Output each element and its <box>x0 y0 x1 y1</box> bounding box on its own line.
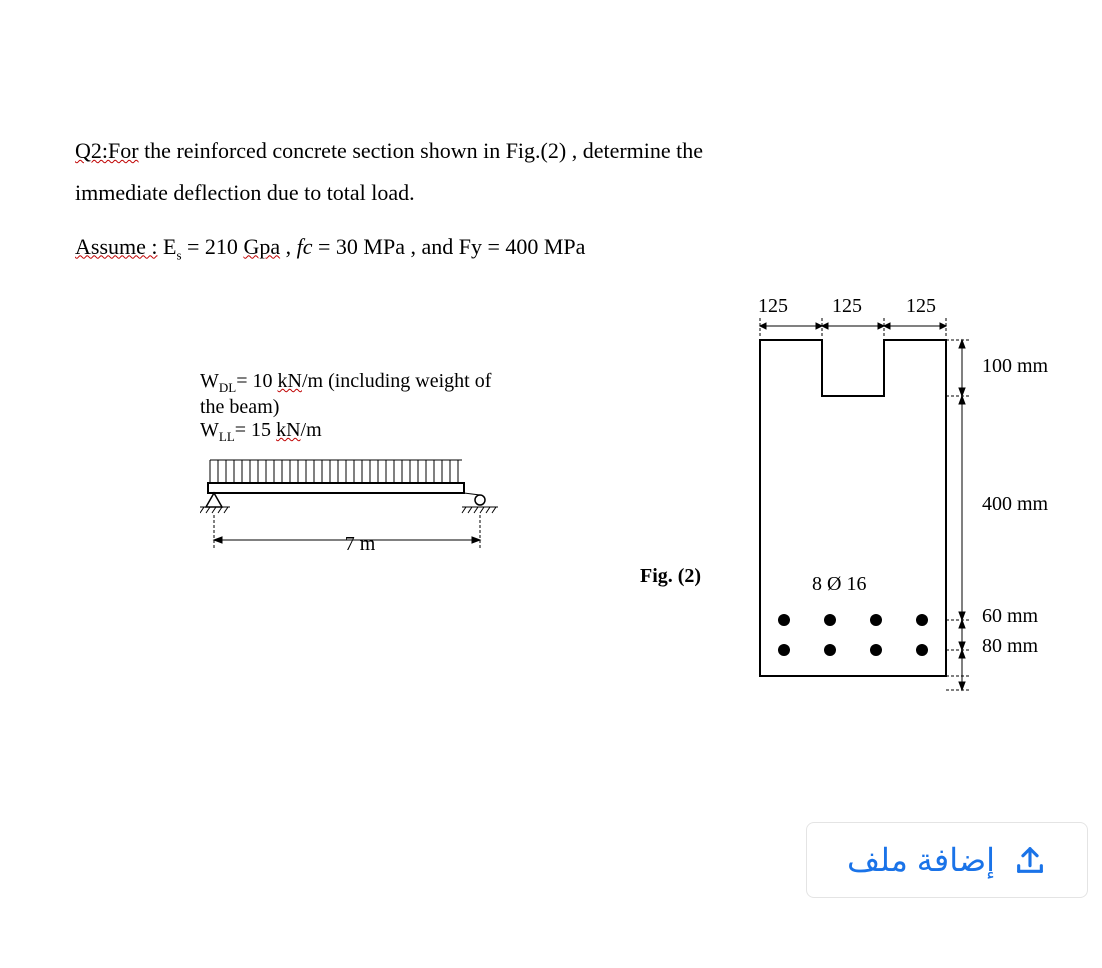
top-dimensions: 125 125 125 <box>754 295 940 318</box>
dim-125-3: 125 <box>906 295 936 318</box>
wdl-line: WDL= 10 kN/m (including weight of the be… <box>200 370 520 419</box>
gpa: Gpa <box>243 234 280 259</box>
dim-80: 80 mm <box>982 635 1038 658</box>
q2-rest1: the reinforced concrete section shown in… <box>139 138 703 163</box>
dim-100: 100 mm <box>982 355 1048 378</box>
fc-val: = 30 MPa <box>312 234 404 259</box>
dim-400: 400 mm <box>982 493 1048 516</box>
beam-figure: WDL= 10 kN/m (including weight of the be… <box>200 370 520 592</box>
question-line-3: Assume : Es = 210 Gpa , fc = 30 MPa , an… <box>75 226 895 268</box>
q2-prefix: Q2:For <box>75 138 139 163</box>
fc-sym: fc <box>297 234 313 259</box>
fc-comma: , <box>280 234 297 259</box>
es-label: E <box>158 234 177 259</box>
dim-60: 60 mm <box>982 605 1038 628</box>
section-figure: 125 125 125 <box>754 295 1074 704</box>
wll-line: WLL= 15 kN/m <box>200 419 520 445</box>
fy: , and Fy = 400 MPa <box>405 234 585 259</box>
question-line-1: Q2:For the reinforced concrete section s… <box>75 130 895 172</box>
dim-125-1: 125 <box>758 295 788 318</box>
add-file-button[interactable]: إضافة ملف <box>806 822 1088 898</box>
question-line-2: immediate deflection due to total load. <box>75 172 895 214</box>
dim-125-2: 125 <box>832 295 862 318</box>
question-block: Q2:For the reinforced concrete section s… <box>75 130 895 268</box>
add-file-label: إضافة ملف <box>847 841 995 879</box>
span-label: 7 m <box>200 533 520 556</box>
es-eq: = 210 <box>182 234 244 259</box>
load-text: WDL= 10 kN/m (including weight of the be… <box>200 370 520 445</box>
figure-label: Fig. (2) <box>640 565 701 588</box>
assume-label: Assume : <box>75 234 158 259</box>
bars-label: 8 Ø 16 <box>812 573 866 596</box>
upload-icon <box>1013 843 1047 877</box>
